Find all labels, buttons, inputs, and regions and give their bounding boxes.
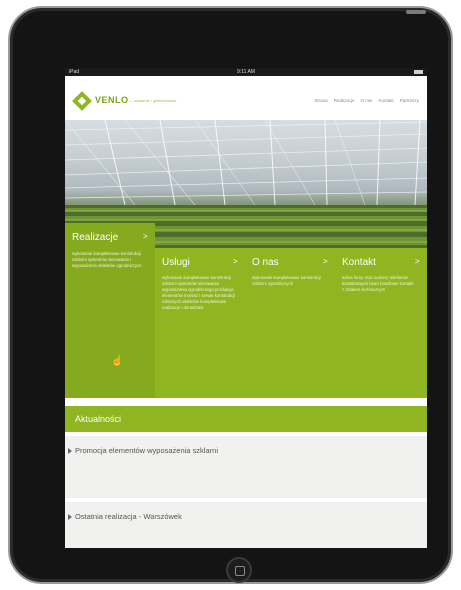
- chevron-right-icon: >: [143, 232, 148, 241]
- news-item[interactable]: Promocja elementów wyposażenia szklarni: [65, 436, 427, 498]
- home-button[interactable]: [226, 557, 252, 583]
- logo-tagline: — szklarnie / greenhouses: [129, 98, 177, 103]
- triangle-bullet-icon: [68, 514, 72, 520]
- tile-title: Usługi: [162, 257, 190, 268]
- top-navigation: Strona Realizacje O nas Kontakt Partnerz…: [314, 98, 419, 103]
- tile-title: O nas: [252, 257, 279, 268]
- news-title[interactable]: Promocja elementów wyposażenia szklarni: [75, 446, 218, 455]
- tablet-screen: iPad 9:11 AM VENLO — szklarnie / greenho…: [65, 68, 427, 548]
- nav-link-kontakt[interactable]: Kontakt: [378, 98, 393, 103]
- tile-kontakt[interactable]: Kontakt > adres firmy oraz numery telefo…: [335, 248, 427, 398]
- news-section-header: Aktualności: [65, 406, 427, 432]
- nav-link-partnerzy[interactable]: Partnerzy: [400, 98, 419, 103]
- tile-o-nas[interactable]: O nas > wykonanie kompleksowe konstrukcj…: [245, 248, 335, 398]
- power-button: [406, 10, 426, 14]
- status-bar: iPad 9:11 AM: [65, 68, 427, 76]
- chevron-right-icon: >: [323, 257, 328, 266]
- news-title[interactable]: Ostatnia realizacja - Warszówek: [75, 512, 182, 521]
- feature-tiles: Realizacje > wykonanie kompleksowe konst…: [65, 223, 427, 398]
- logo-diamond-icon[interactable]: [72, 91, 92, 111]
- tile-description: wykonanie kompleksowe konstrukcji szklar…: [72, 251, 142, 268]
- logo-text[interactable]: VENLO: [95, 95, 129, 105]
- news-item[interactable]: Ostatnia realizacja - Warszówek: [65, 502, 427, 548]
- nav-link-realizacje[interactable]: Realizacje: [334, 98, 355, 103]
- tile-title: Realizacje: [72, 232, 119, 243]
- tile-title: Kontakt: [342, 257, 376, 268]
- site-header: VENLO — szklarnie / greenhouses Strona R…: [65, 76, 427, 120]
- hand-cursor-icon: ☝: [111, 356, 124, 367]
- tile-uslugi[interactable]: Usługi > wykonanie kompleksowe konstrukc…: [155, 248, 245, 398]
- nav-link-strona[interactable]: Strona: [314, 98, 327, 103]
- chevron-right-icon: >: [415, 257, 420, 266]
- tablet-frame: iPad 9:11 AM VENLO — szklarnie / greenho…: [8, 6, 453, 584]
- tile-description: adres firmy oraz numery telefonów kontak…: [342, 275, 414, 292]
- triangle-bullet-icon: [68, 448, 72, 454]
- chevron-right-icon: >: [233, 257, 238, 266]
- tile-description: wykonanie kompleksowe konstrukcji szklar…: [162, 275, 236, 310]
- clock: 9:11 AM: [237, 69, 255, 75]
- battery-icon: [414, 70, 423, 74]
- nav-link-o-nas[interactable]: O nas: [360, 98, 372, 103]
- tile-realizacje[interactable]: Realizacje > wykonanie kompleksowe konst…: [65, 223, 155, 398]
- tile-description: wykonanie kompleksowe konstrukcji szklar…: [252, 275, 322, 286]
